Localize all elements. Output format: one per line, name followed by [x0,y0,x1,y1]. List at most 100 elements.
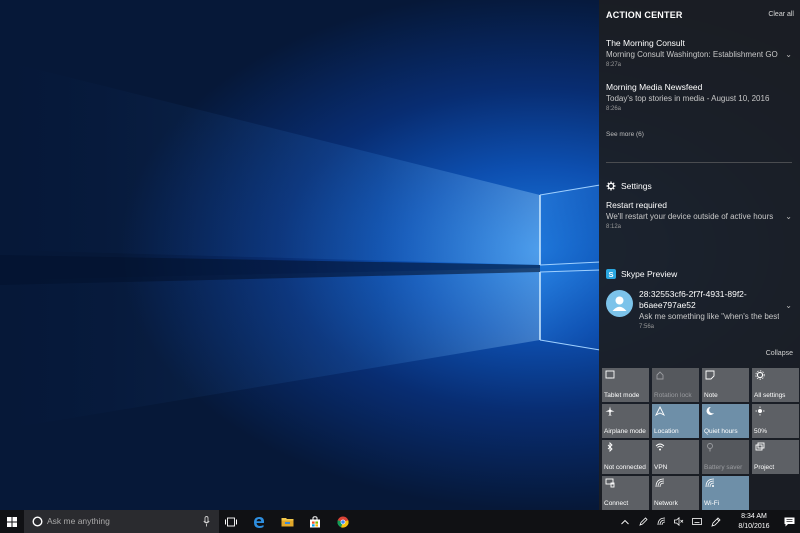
quick-action-quiet-hours[interactable]: Quiet hours [702,404,749,438]
taskbar-app-chrome[interactable] [332,510,354,533]
tray-volume-icon[interactable] [673,510,685,533]
note-icon [705,370,715,380]
tray-wifi-icon[interactable] [655,510,667,533]
cortana-icon [32,516,43,527]
keyboard-icon [692,518,702,525]
avatar [606,290,633,317]
skype-app-label: Skype Preview [621,269,678,279]
quick-action-vpn[interactable]: VPN [652,440,699,474]
taskbar-app-edge[interactable] [248,510,270,533]
notification-restart-required[interactable]: Restart required We'll restart your devi… [606,200,792,230]
search-placeholder: Ask me anything [47,516,110,526]
windows-start-icon [7,516,17,527]
connect-icon [605,478,615,488]
action-center-title: ACTION CENTER [606,10,683,20]
store-icon [310,515,320,527]
quick-action-battery-saver[interactable]: Battery saver [702,440,749,474]
chevron-down-icon[interactable]: ⌄ [785,301,792,310]
action-center-header: ACTION CENTER Clear all [606,10,794,24]
skype-app-header[interactable]: S Skype Preview [606,269,792,281]
quick-action-network[interactable]: Network [652,476,699,510]
quick-action-label: Wi-Fi [704,500,720,507]
wifi-icon [657,517,665,526]
quick-action-project[interactable]: Project [752,440,799,474]
notification-morning-consult[interactable]: The Morning Consult Morning Consult Wash… [606,38,792,68]
project-icon [755,442,765,451]
airplane-icon [605,406,615,416]
notification-body: Today's top stories in media - August 10… [606,94,770,103]
windows-ink-icon [711,516,721,527]
see-more-link[interactable]: See more (6) [606,131,644,138]
location-icon [655,406,665,416]
tablet-mode-icon [605,370,615,379]
tray-keyboard-icon[interactable] [691,510,703,533]
skype-icon: S [606,269,616,279]
svg-text:S: S [608,270,613,279]
microphone-icon[interactable] [203,516,210,527]
quick-action-label: VPN [654,464,668,471]
notification-title-line2: b6aee797ae52 [639,300,696,310]
chevron-down-icon[interactable]: ⌄ [785,212,792,221]
quick-action-airplane-mode[interactable]: Airplane mode [602,404,649,438]
wifi-icon [705,478,715,488]
notification-time: 7:56a [639,324,655,330]
notification-title: Restart required [606,200,667,210]
person-icon [612,296,627,311]
quick-action-note[interactable]: Note [702,368,749,402]
notification-morning-media[interactable]: Morning Media Newsfeed Today's top stori… [606,82,792,112]
task-view-icon [225,517,237,526]
quick-actions-grid: Tablet mode Rotation lock Note All setti… [602,368,799,510]
collapse-link[interactable]: Collapse [766,350,793,357]
notification-title: Morning Media Newsfeed [606,82,703,92]
quick-action-label: Network [654,500,678,507]
quick-action-label: Not connected [604,464,646,471]
quick-action-location[interactable]: Location [652,404,699,438]
quick-action-label: Note [704,392,718,399]
clear-all-link[interactable]: Clear all [768,11,794,18]
task-view-button[interactable] [220,510,242,533]
settings-app-header[interactable]: Settings [606,181,792,193]
quick-action-bluetooth[interactable]: Not connected [602,440,649,474]
quick-action-all-settings[interactable]: All settings [752,368,799,402]
gear-icon [755,370,765,380]
bluetooth-icon [607,442,613,452]
quick-action-label: Battery saver [704,464,743,471]
cortana-search-box[interactable]: Ask me anything [24,510,219,533]
chevron-up-icon [621,519,629,524]
pen-icon [638,517,648,526]
notification-icon [784,517,794,526]
quick-action-connect[interactable]: Connect [602,476,649,510]
notification-body: We'll restart your device outside of act… [606,212,774,221]
taskbar-clock[interactable]: 8:34 AM 8/10/2016 [732,512,776,532]
quick-action-label: Project [754,464,775,471]
start-button[interactable] [0,510,24,533]
battery-saver-icon [707,443,713,452]
quick-action-label: All settings [754,392,786,399]
quick-action-label: Quiet hours [704,428,738,435]
notification-title-line1: 28:32553cf6-2f7f-4931-89f2- [639,289,747,299]
brightness-icon [755,406,765,416]
rotation-lock-icon [656,371,664,380]
quick-action-tablet-mode[interactable]: Tablet mode [602,368,649,402]
chrome-icon [337,516,349,528]
taskbar-app-file-explorer[interactable] [276,510,298,533]
notification-time: 8:27a [606,62,622,68]
tray-chevron-up-icon[interactable] [619,510,631,533]
notification-body: Ask me something like "when's the best [639,312,779,321]
network-icon [655,478,665,488]
taskbar-app-store[interactable] [304,510,326,533]
action-center-button[interactable] [780,510,798,533]
divider [606,162,792,163]
quick-action-rotation-lock[interactable]: Rotation lock [652,368,699,402]
notification-time: 8:26a [606,106,622,112]
quick-action-label: Connect [604,500,629,507]
settings-app-label: Settings [621,181,652,191]
chevron-down-icon[interactable]: ⌄ [785,50,792,59]
quick-action-wifi[interactable]: Wi-Fi [702,476,749,510]
notification-skype-message[interactable]: 28:32553cf6-2f7f-4931-89f2- b6aee797ae52… [639,289,792,330]
quick-action-brightness[interactable]: 50% [752,404,799,438]
quick-action-label: Rotation lock [654,392,692,399]
tray-pen-workspace-icon[interactable] [709,510,723,533]
tray-pen-icon[interactable] [637,510,649,533]
notification-title: The Morning Consult [606,38,685,48]
